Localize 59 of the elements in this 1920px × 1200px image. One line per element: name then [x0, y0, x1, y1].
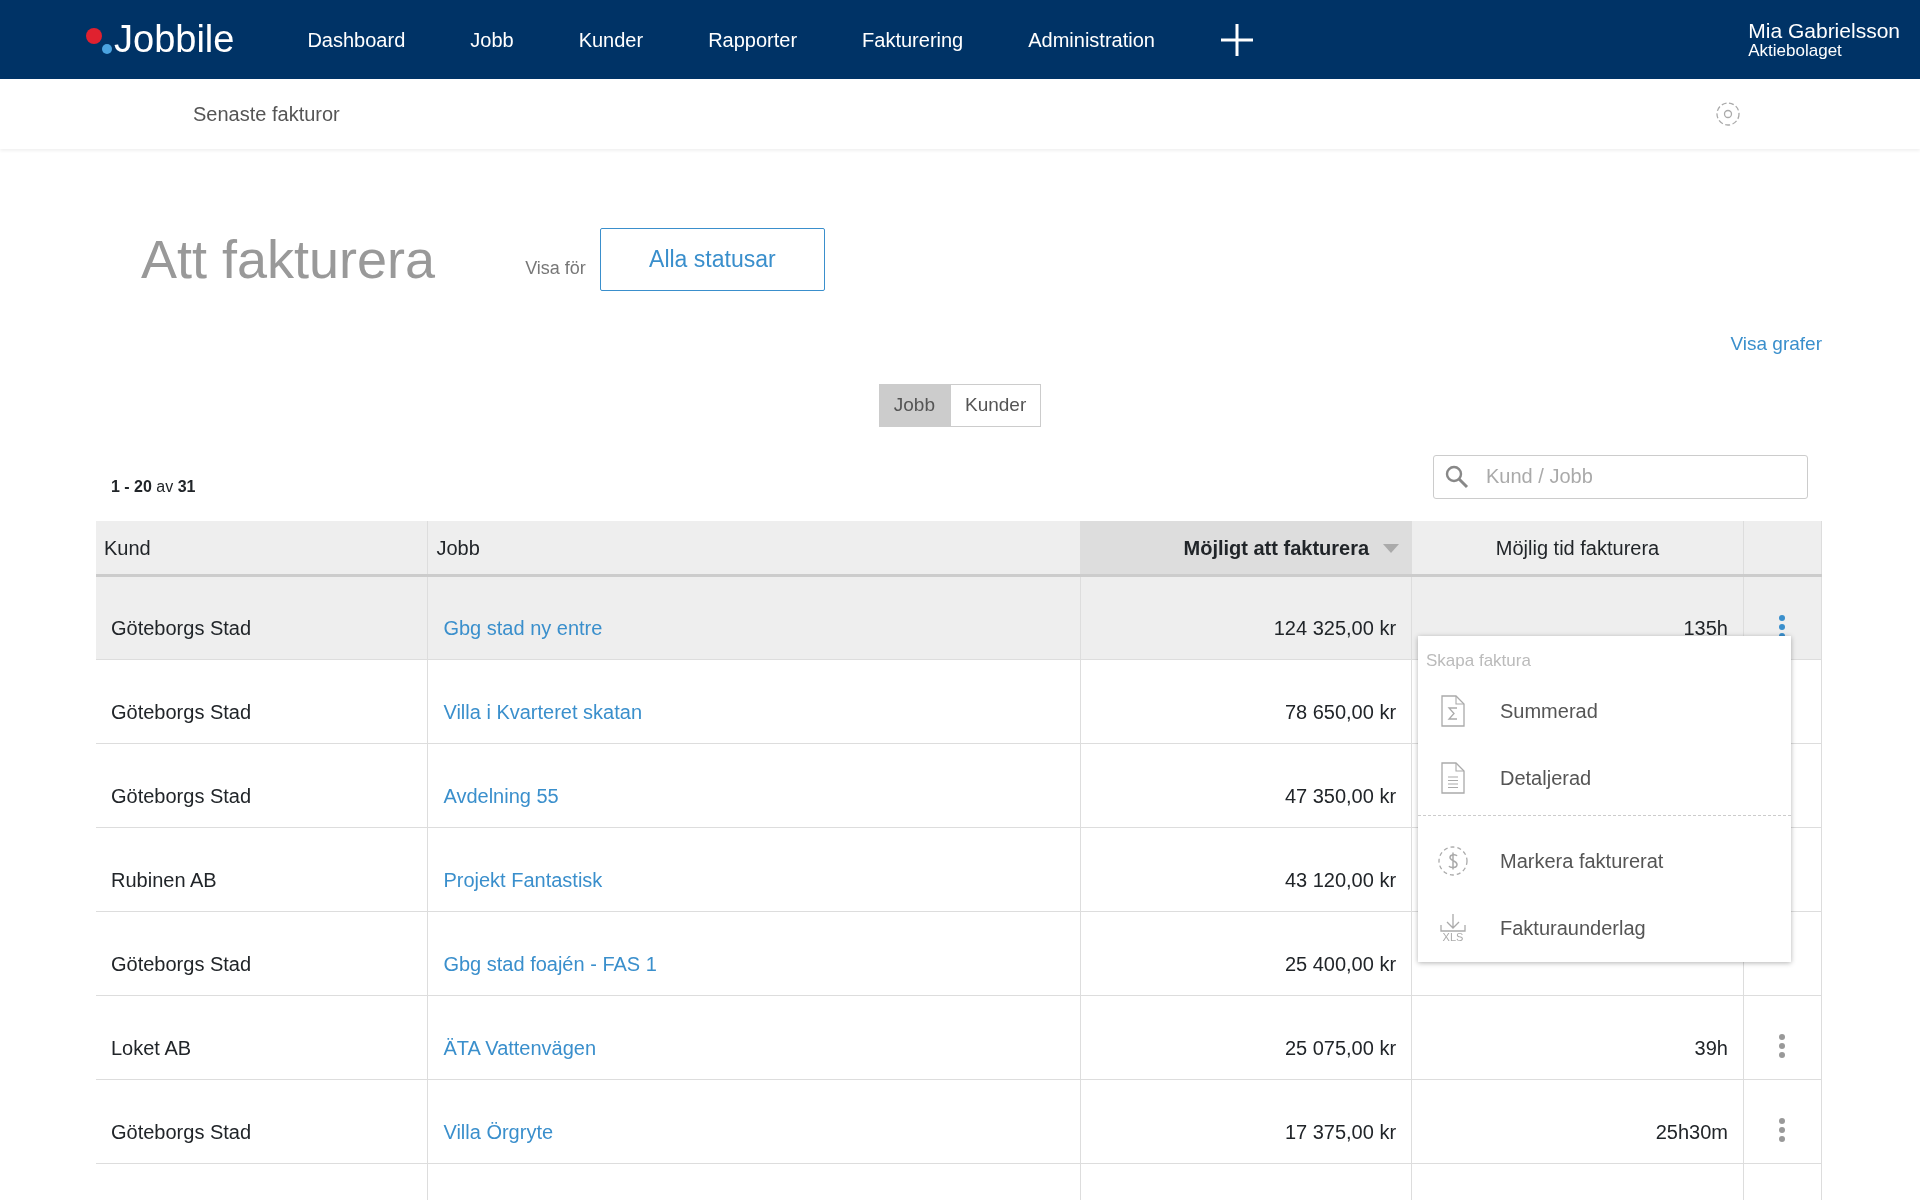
user-name: Mia Gabrielsson [1748, 19, 1900, 42]
job-link[interactable]: Villa Örgryte [443, 1121, 554, 1144]
status-filter-button[interactable]: Alla statusar [599, 227, 825, 291]
filter-label: Visa för [525, 256, 586, 280]
job-link[interactable]: Gbg stad foajén - FAS 1 [443, 953, 657, 976]
customer-cell: Göteborgs Stad [111, 1121, 252, 1144]
company-name: Aktiebolaget [1748, 41, 1843, 60]
file-type-label: XLS [1442, 932, 1464, 943]
menu-heading: Skapa faktura [1425, 650, 1532, 672]
column-header[interactable]: Möjlig tid fakturera [1411, 520, 1744, 576]
amount-cell: 25 075,00 kr [1284, 1037, 1397, 1060]
menu-item[interactable]: XLS Fakturaunderlag [1418, 894, 1791, 962]
search-field[interactable]: Kund / Jobb [1433, 454, 1808, 499]
menu-item[interactable]: Summerad [1418, 677, 1791, 745]
hours-cell: 25h30m [1655, 1121, 1728, 1144]
customer-cell: Loket AB [111, 1037, 192, 1060]
menu-item[interactable]: Markera fakturerat [1418, 827, 1791, 895]
job-link[interactable]: Projekt Fantastisk [443, 869, 603, 892]
column-header[interactable]: Jobb [427, 520, 1081, 576]
document-icon [1441, 762, 1465, 794]
job-link[interactable]: Avdelning 55 [443, 785, 559, 808]
nav-link[interactable]: Jobb [470, 24, 514, 55]
amount-cell: 17 375,00 kr [1284, 1121, 1397, 1144]
amount-cell: 43 120,00 kr [1284, 869, 1397, 892]
amount-cell: 47 350,00 kr [1284, 785, 1397, 808]
dollar-icon [1437, 845, 1469, 877]
nav-link[interactable]: Fakturering [862, 24, 964, 55]
nav-link[interactable]: Administration [1028, 24, 1155, 55]
view-toggle-tab[interactable]: Kunder [949, 384, 1042, 427]
download-icon [1440, 913, 1466, 932]
customer-cell: Göteborgs Stad [111, 785, 252, 808]
user-menu[interactable]: Mia Gabrielsson Aktiebolaget [1748, 19, 1900, 60]
column-header[interactable]: Möjligt att fakturera [1080, 520, 1412, 576]
pagination-count: 1 - 20 av 31 [111, 476, 196, 497]
job-link[interactable]: ÄTA Vattenvägen [443, 1037, 597, 1060]
sigma-document-icon [1441, 695, 1465, 727]
amount-cell: 124 325,00 kr [1273, 617, 1397, 640]
add-button[interactable] [1219, 22, 1254, 57]
customer-cell: Rubinen AB [111, 869, 217, 892]
show-graphs-link[interactable]: Visa grafer [1730, 329, 1822, 359]
page-title: Att fakturera [141, 228, 436, 291]
column-header[interactable]: Kund [96, 520, 428, 576]
search-icon [1445, 464, 1469, 489]
amount-cell: 78 650,00 kr [1284, 701, 1397, 724]
nav-link[interactable]: Rapporter [708, 24, 798, 55]
customer-cell: Göteborgs Stad [111, 953, 252, 976]
recent-invoices-link[interactable]: Senaste fakturor [193, 99, 340, 129]
amount-cell: 25 400,00 kr [1284, 953, 1397, 976]
view-toggle-tab[interactable]: Jobb [878, 384, 950, 427]
hours-cell: 39h [1694, 1037, 1728, 1060]
sort-icon [1383, 544, 1400, 555]
customer-cell: Göteborgs Stad [111, 701, 252, 724]
nav-link[interactable]: Kunder [578, 24, 644, 55]
menu-item[interactable]: Detaljerad [1418, 744, 1791, 812]
brand-name[interactable]: Jobbile [114, 11, 235, 68]
hours-cell: 135h [1683, 617, 1728, 640]
job-link[interactable]: Villa i Kvarteret skatan [443, 701, 643, 724]
customer-cell: Göteborgs Stad [111, 617, 252, 640]
nav-link[interactable]: Dashboard [307, 24, 406, 55]
